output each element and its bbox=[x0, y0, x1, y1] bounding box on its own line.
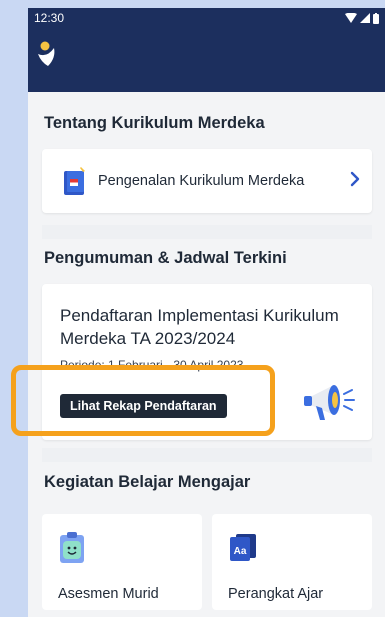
teaching-materials-icon: Aa bbox=[230, 534, 256, 561]
status-time: 12:30 bbox=[34, 11, 65, 25]
view-registration-recap-button[interactable]: Lihat Rekap Pendaftaran bbox=[60, 394, 227, 418]
chevron-right-icon bbox=[350, 171, 360, 187]
app-screen: 12:30 Tentang Kurikulum Merdeka Pengenal… bbox=[28, 8, 385, 617]
card-separator bbox=[42, 225, 372, 239]
section-title-pengumuman: Pengumuman & Jadwal Terkini bbox=[44, 249, 287, 267]
battery-icon bbox=[373, 12, 379, 24]
tile-asesmen-murid[interactable]: Asesmen Murid bbox=[42, 514, 202, 610]
status-icons bbox=[345, 12, 379, 24]
svg-text:Aa: Aa bbox=[234, 546, 247, 557]
signal-icon bbox=[360, 13, 370, 23]
wifi-icon bbox=[345, 13, 357, 23]
announcement-date: Periode: 1 Februari - 30 April 2023 bbox=[60, 358, 244, 372]
announcement-card[interactable]: Pendaftaran Implementasi Kurikulum Merde… bbox=[42, 284, 372, 440]
section-title-tentang: Tentang Kurikulum Merdeka bbox=[44, 114, 265, 132]
app-logo bbox=[38, 41, 55, 66]
announcement-title: Pendaftaran Implementasi Kurikulum Merde… bbox=[60, 306, 339, 348]
megaphone-icon bbox=[304, 385, 355, 420]
book-icon bbox=[64, 167, 85, 195]
section-title-kegiatan: Kegiatan Belajar Mengajar bbox=[44, 473, 251, 491]
app-header bbox=[28, 28, 385, 92]
tile-label-asesmen: Asesmen Murid bbox=[58, 586, 159, 602]
tile-label-perangkat: Perangkat Ajar bbox=[228, 586, 324, 602]
tile-perangkat-ajar[interactable]: Aa Perangkat Ajar bbox=[212, 514, 372, 610]
assessment-icon bbox=[60, 532, 84, 563]
kurikulum-intro-card[interactable]: Pengenalan Kurikulum Merdeka bbox=[42, 149, 372, 213]
kurikulum-intro-label: Pengenalan Kurikulum Merdeka bbox=[98, 173, 305, 189]
status-bar: 12:30 bbox=[28, 8, 385, 28]
card-separator bbox=[42, 448, 372, 462]
